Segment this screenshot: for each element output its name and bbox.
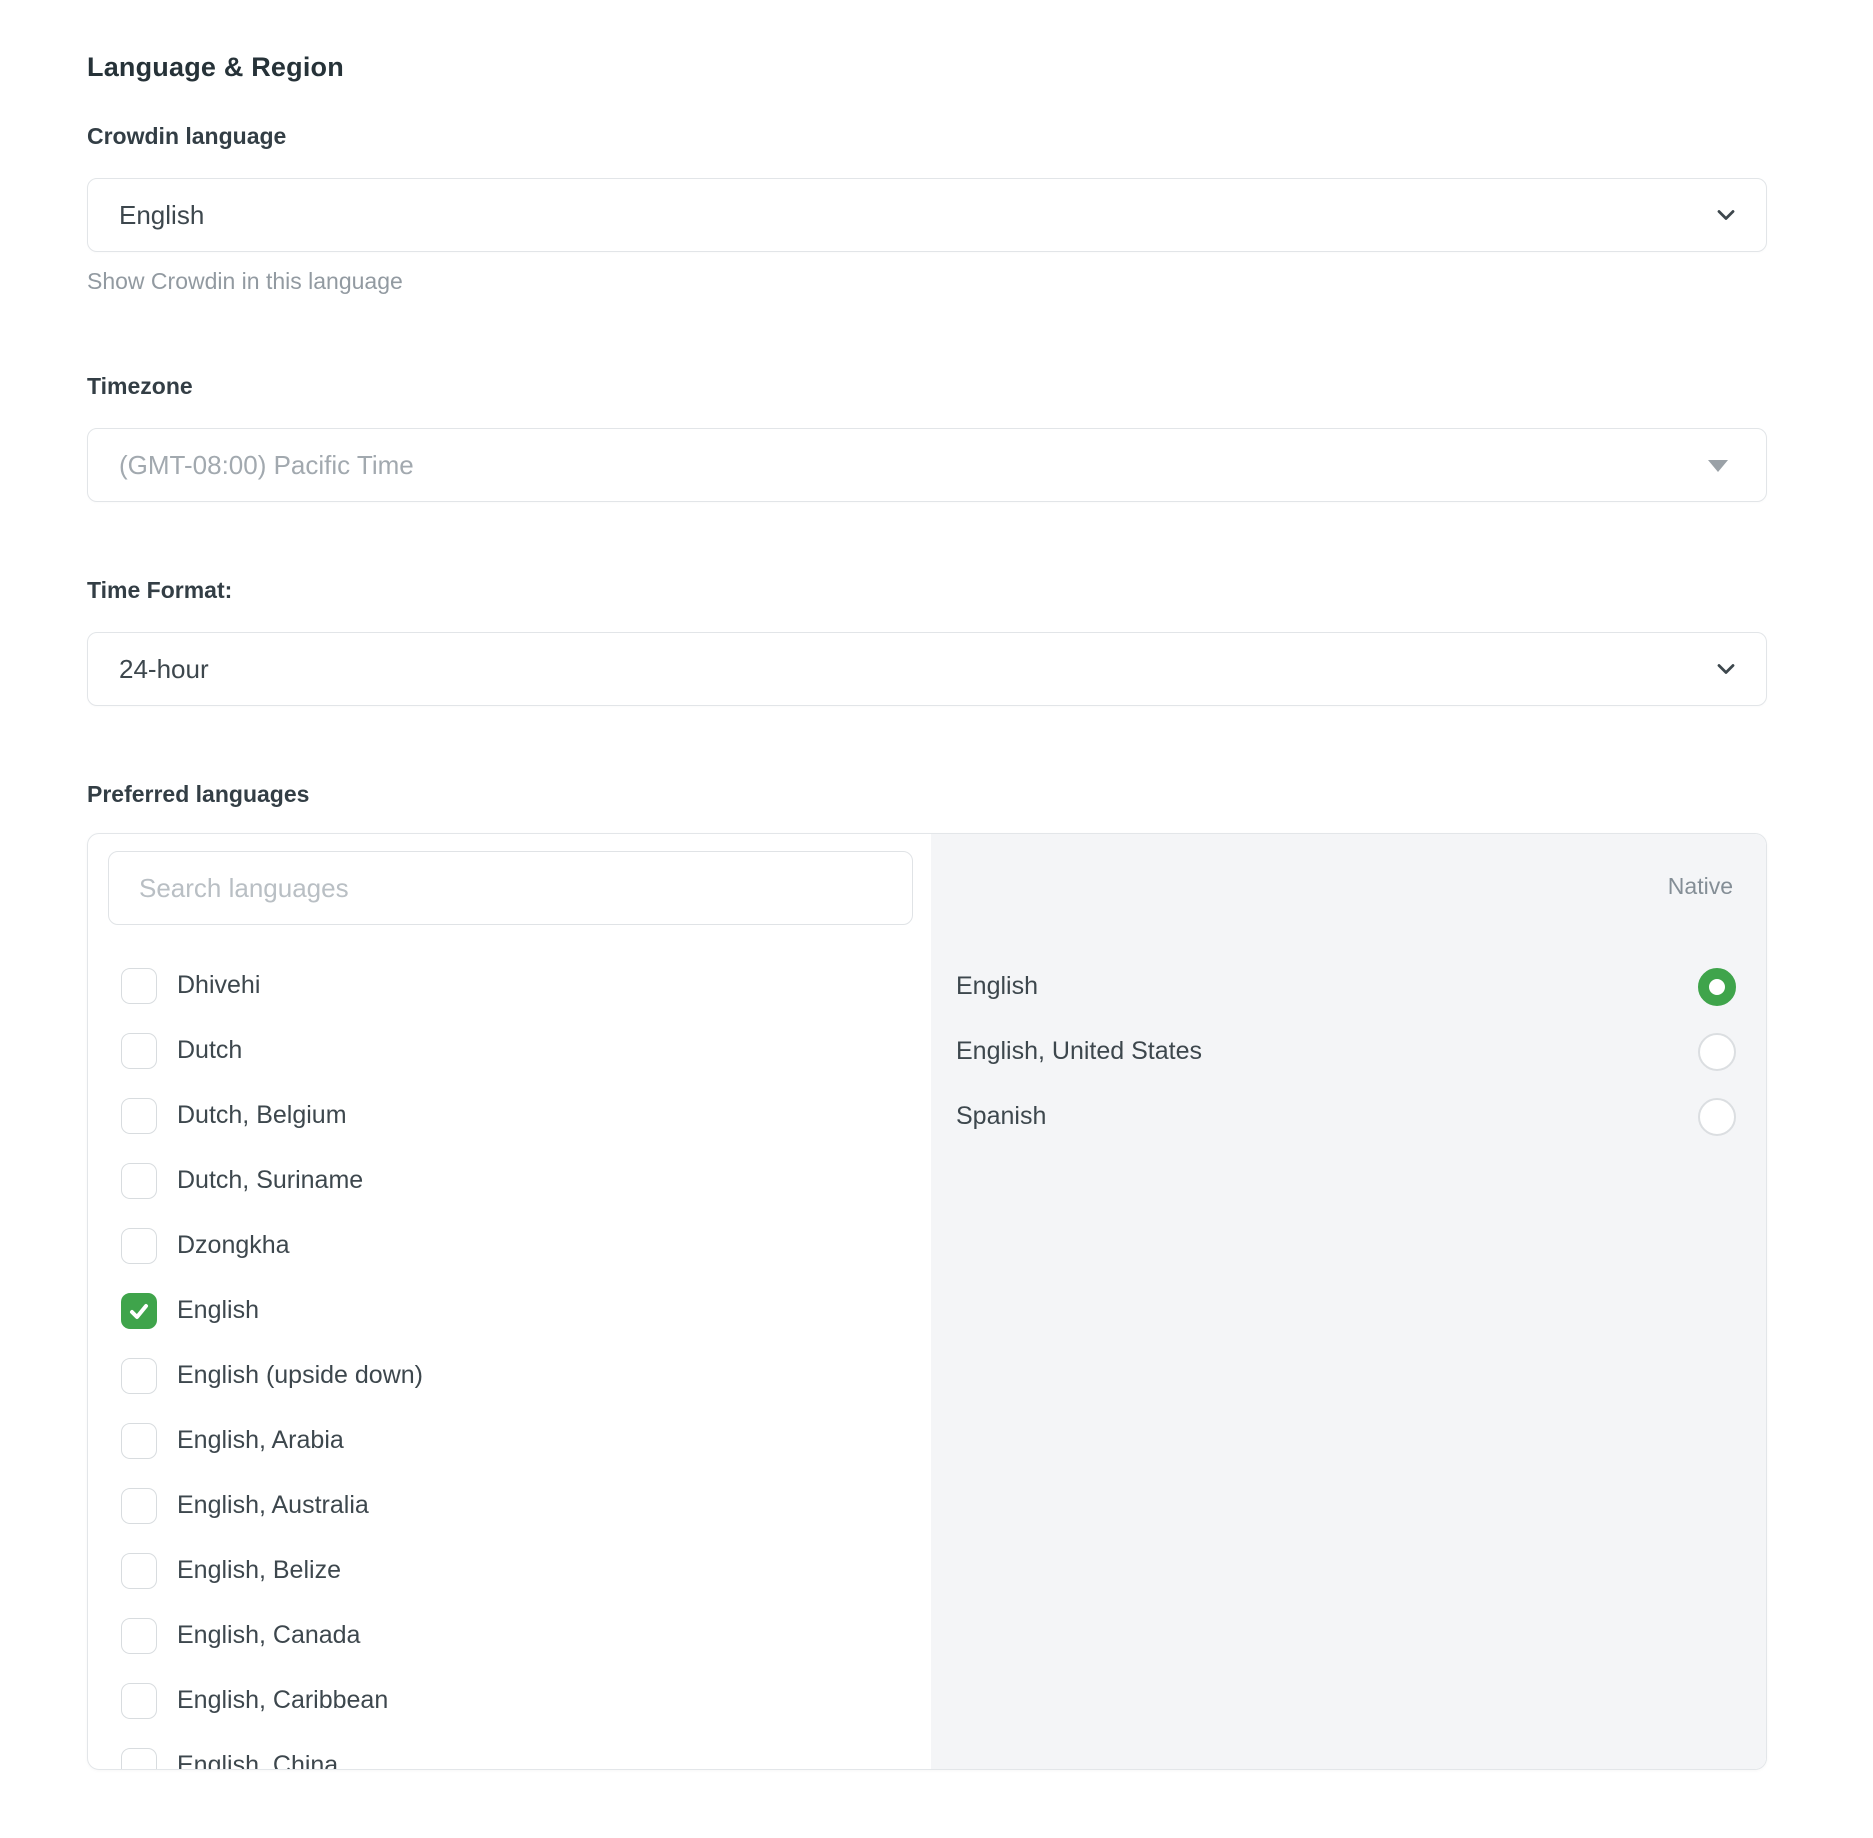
checkmark-icon bbox=[127, 1299, 151, 1323]
available-languages-list: Dhivehi Dutch Dutch, Belgium Dutch, Suri… bbox=[108, 953, 913, 1769]
language-option-row[interactable]: Dutch, Belgium bbox=[121, 1083, 913, 1148]
language-option-row[interactable]: English, Australia bbox=[121, 1473, 913, 1538]
language-option-row[interactable]: Dhivehi bbox=[121, 953, 913, 1018]
checkbox[interactable] bbox=[121, 1228, 157, 1264]
language-option-row[interactable]: English, Caribbean bbox=[121, 1668, 913, 1733]
language-option-row[interactable]: English, China bbox=[121, 1733, 913, 1769]
language-option-row[interactable]: Dzongkha bbox=[121, 1213, 913, 1278]
timezone-value: (GMT-08:00) Pacific Time bbox=[119, 450, 414, 481]
selected-language-label: Spanish bbox=[956, 1102, 1698, 1131]
native-radio[interactable] bbox=[1698, 968, 1736, 1006]
crowdin-language-select[interactable]: English bbox=[87, 178, 1767, 252]
native-radio[interactable] bbox=[1698, 1098, 1736, 1136]
language-option-label: English, Canada bbox=[177, 1621, 360, 1650]
checkbox[interactable] bbox=[121, 1423, 157, 1459]
checkbox[interactable] bbox=[121, 1683, 157, 1719]
selected-language-row[interactable]: English, United States bbox=[956, 1019, 1736, 1084]
language-region-settings: Language & Region Crowdin language Engli… bbox=[87, 54, 1767, 1770]
checkbox[interactable] bbox=[121, 1748, 157, 1770]
language-option-label: English, Arabia bbox=[177, 1426, 344, 1455]
crowdin-language-label: Crowdin language bbox=[87, 125, 1767, 148]
language-option-row[interactable]: English, Arabia bbox=[121, 1408, 913, 1473]
time-format-label: Time Format: bbox=[87, 579, 1767, 602]
timezone-label: Timezone bbox=[87, 375, 1767, 398]
language-option-row[interactable]: Dutch, Suriname bbox=[121, 1148, 913, 1213]
chevron-down-icon bbox=[1712, 655, 1740, 683]
language-option-row[interactable]: English, Canada bbox=[121, 1603, 913, 1668]
preferred-languages-label: Preferred languages bbox=[87, 783, 1767, 806]
time-format-select[interactable]: 24-hour bbox=[87, 632, 1767, 706]
crowdin-language-help: Show Crowdin in this language bbox=[87, 270, 1767, 293]
preferred-languages-widget: Dhivehi Dutch Dutch, Belgium Dutch, Suri… bbox=[87, 833, 1767, 1770]
language-option-label: English bbox=[177, 1296, 259, 1325]
language-option-row[interactable]: English, Belize bbox=[121, 1538, 913, 1603]
crowdin-language-field: Crowdin language English Show Crowdin in… bbox=[87, 125, 1767, 293]
checkbox[interactable] bbox=[121, 968, 157, 1004]
language-option-label: English, Belize bbox=[177, 1556, 341, 1585]
time-format-field: Time Format: 24-hour bbox=[87, 579, 1767, 706]
checkbox[interactable] bbox=[121, 1488, 157, 1524]
selected-language-row[interactable]: Spanish bbox=[956, 1084, 1736, 1149]
language-option-label: Dutch bbox=[177, 1036, 242, 1065]
timezone-select[interactable]: (GMT-08:00) Pacific Time bbox=[87, 428, 1767, 502]
language-option-label: English, Caribbean bbox=[177, 1686, 388, 1715]
selected-languages-panel: Native English English, United States Sp… bbox=[931, 834, 1766, 1769]
chevron-down-icon bbox=[1712, 201, 1740, 229]
search-languages-input[interactable] bbox=[108, 851, 913, 925]
native-column-header: Native bbox=[956, 875, 1736, 898]
checkbox[interactable] bbox=[121, 1358, 157, 1394]
checkbox[interactable] bbox=[121, 1163, 157, 1199]
language-option-label: Dhivehi bbox=[177, 971, 260, 1000]
checkbox[interactable] bbox=[121, 1553, 157, 1589]
language-option-label: Dutch, Belgium bbox=[177, 1101, 347, 1130]
checkbox[interactable] bbox=[121, 1293, 157, 1329]
crowdin-language-value: English bbox=[119, 200, 204, 231]
selected-language-label: English, United States bbox=[956, 1037, 1698, 1066]
native-radio[interactable] bbox=[1698, 1033, 1736, 1071]
language-option-label: Dzongkha bbox=[177, 1231, 290, 1260]
checkbox[interactable] bbox=[121, 1098, 157, 1134]
checkbox[interactable] bbox=[121, 1033, 157, 1069]
timezone-field: Timezone (GMT-08:00) Pacific Time bbox=[87, 375, 1767, 502]
language-option-row[interactable]: English (upside down) bbox=[121, 1343, 913, 1408]
selected-language-row[interactable]: English bbox=[956, 954, 1736, 1019]
caret-down-icon bbox=[1708, 460, 1728, 472]
selected-language-label: English bbox=[956, 972, 1698, 1001]
available-languages-panel: Dhivehi Dutch Dutch, Belgium Dutch, Suri… bbox=[88, 834, 931, 1769]
preferred-languages-field: Preferred languages Dhivehi Dutch D bbox=[87, 783, 1767, 1770]
time-format-value: 24-hour bbox=[119, 654, 209, 685]
language-option-row[interactable]: Dutch bbox=[121, 1018, 913, 1083]
checkbox[interactable] bbox=[121, 1618, 157, 1654]
language-option-label: English, Australia bbox=[177, 1491, 369, 1520]
page-title: Language & Region bbox=[87, 54, 1767, 81]
language-option-label: English (upside down) bbox=[177, 1361, 423, 1390]
language-option-label: Dutch, Suriname bbox=[177, 1166, 363, 1195]
language-option-label: English, China bbox=[177, 1751, 338, 1769]
language-option-row[interactable]: English bbox=[121, 1278, 913, 1343]
